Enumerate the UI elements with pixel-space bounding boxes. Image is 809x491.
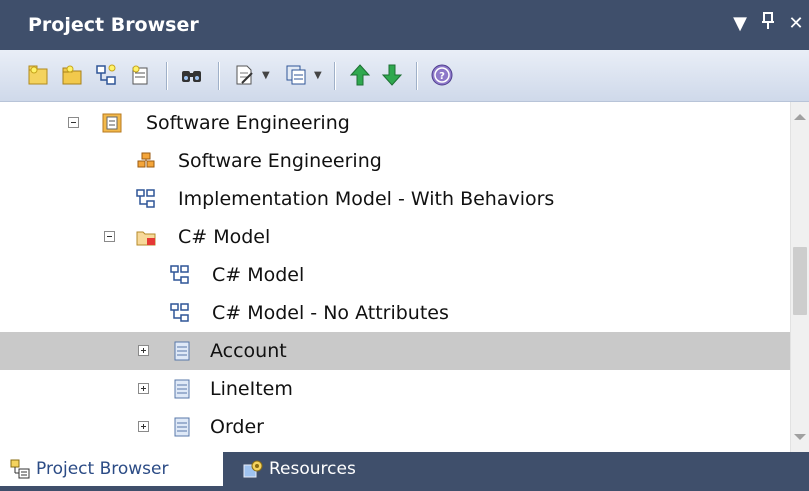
tree-item-label: Implementation Model - With Behaviors bbox=[178, 188, 555, 210]
scroll-thumb[interactable] bbox=[793, 247, 807, 315]
vertical-scrollbar[interactable] bbox=[790, 102, 809, 452]
document-dropdown-arrow[interactable]: ▼ bbox=[262, 70, 270, 81]
tree-row-implementation-model[interactable]: Implementation Model - With Behaviors bbox=[0, 180, 790, 218]
class-icon bbox=[174, 341, 190, 361]
tree-item-label: C# Model bbox=[212, 264, 305, 286]
tree-row-csharp-model-package[interactable]: C# Model bbox=[0, 218, 790, 256]
project-browser-icon bbox=[10, 459, 30, 479]
project-browser-window: Project Browser ▼ ✕ ▼ ▼ ? Software Engin… bbox=[0, 0, 809, 491]
copy-dropdown-arrow[interactable]: ▼ bbox=[314, 70, 322, 81]
tree-row-lineitem[interactable]: LineItem bbox=[0, 370, 790, 408]
copy-icon bbox=[286, 65, 306, 85]
diagram-icon bbox=[170, 265, 189, 284]
svg-text:?: ? bbox=[439, 71, 445, 82]
bottom-tab-bar: Project Browser Resources bbox=[0, 452, 809, 491]
project-tree[interactable]: Software Engineering Software Engineerin… bbox=[0, 102, 790, 452]
package-element-icon bbox=[137, 152, 155, 168]
close-button[interactable]: ✕ bbox=[786, 12, 806, 36]
tree-item-label: C# Model bbox=[178, 226, 271, 248]
tree-item-label: LineItem bbox=[210, 378, 293, 400]
tree-item-label: Software Engineering bbox=[146, 112, 350, 134]
tree-row-software-engineering-model[interactable]: Software Engineering bbox=[0, 104, 790, 142]
scroll-up-arrow[interactable] bbox=[794, 114, 806, 120]
move-up-icon bbox=[349, 64, 371, 86]
new-diagram-icon bbox=[96, 64, 116, 85]
new-package-button[interactable] bbox=[58, 61, 86, 89]
help-button[interactable]: ? bbox=[428, 61, 456, 89]
document-icon bbox=[236, 65, 253, 85]
tree-item-label: Software Engineering bbox=[178, 150, 382, 172]
expand-toggle[interactable] bbox=[138, 345, 149, 356]
copy-button[interactable] bbox=[282, 61, 310, 89]
pin-icon bbox=[762, 12, 774, 29]
window-title: Project Browser bbox=[28, 14, 199, 36]
move-down-icon bbox=[381, 64, 403, 86]
new-model-button[interactable] bbox=[24, 61, 52, 89]
tab-label: Project Browser bbox=[36, 459, 169, 479]
toolbar: ▼ ▼ ? bbox=[0, 50, 809, 102]
class-icon bbox=[174, 379, 190, 399]
tab-project-browser[interactable]: Project Browser bbox=[0, 452, 223, 486]
tree-row-order[interactable]: Order bbox=[0, 408, 790, 446]
tree-row-software-engineering-element[interactable]: Software Engineering bbox=[0, 142, 790, 180]
tree-item-label: Account bbox=[210, 340, 287, 362]
tree-row-csharp-model-no-attributes[interactable]: C# Model - No Attributes bbox=[0, 294, 790, 332]
toolbar-separator bbox=[416, 62, 417, 90]
toolbar-separator bbox=[166, 62, 167, 90]
diagram-icon bbox=[170, 303, 189, 322]
collapse-toggle[interactable] bbox=[104, 231, 115, 242]
tree-item-label: C# Model - No Attributes bbox=[212, 302, 449, 324]
toolbar-separator bbox=[218, 62, 219, 90]
tree-item-label: Order bbox=[210, 416, 264, 438]
tab-label: Resources bbox=[269, 459, 356, 479]
scroll-down-arrow[interactable] bbox=[794, 434, 806, 440]
new-model-icon bbox=[28, 65, 48, 85]
diagram-icon bbox=[136, 189, 155, 208]
tree-row-account[interactable]: Account bbox=[0, 332, 790, 370]
collapse-toggle[interactable] bbox=[68, 117, 79, 128]
expand-toggle[interactable] bbox=[138, 383, 149, 394]
class-icon bbox=[174, 417, 190, 437]
expand-toggle[interactable] bbox=[138, 421, 149, 432]
tree-row-csharp-model-diagram[interactable]: C# Model bbox=[0, 256, 790, 294]
resources-icon bbox=[243, 460, 263, 478]
dropdown-menu-button[interactable]: ▼ bbox=[730, 12, 750, 36]
new-element-icon bbox=[132, 65, 148, 85]
find-button[interactable] bbox=[178, 61, 206, 89]
pin-button[interactable] bbox=[758, 12, 778, 37]
move-down-button[interactable] bbox=[378, 61, 406, 89]
toolbar-separator bbox=[334, 62, 335, 90]
title-bar: Project Browser ▼ ✕ bbox=[0, 0, 809, 50]
new-diagram-button[interactable] bbox=[92, 61, 120, 89]
tab-resources[interactable]: Resources bbox=[233, 452, 383, 486]
model-icon bbox=[102, 113, 122, 133]
new-package-icon bbox=[62, 65, 82, 85]
help-icon: ? bbox=[431, 64, 453, 86]
find-icon bbox=[182, 71, 201, 82]
move-up-button[interactable] bbox=[346, 61, 374, 89]
new-element-button[interactable] bbox=[126, 61, 154, 89]
folder-icon bbox=[136, 231, 156, 246]
document-button[interactable] bbox=[230, 61, 258, 89]
